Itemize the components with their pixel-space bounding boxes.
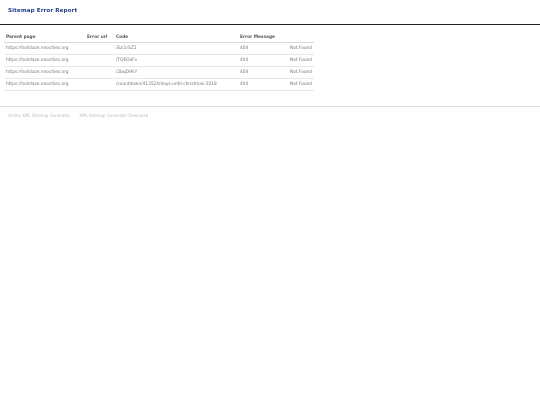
parent-page-link[interactable]: https://holidaze.neocities.org [4,78,85,91]
status-cell: Not Found [283,54,314,67]
table-row: https://holidaze.neocities.org /2bqDHkY … [4,66,314,79]
error-message-cell: 404 [238,42,283,55]
footer-links: Online XML Sitemap Generator XML Sitemap… [8,113,156,118]
error-message-cell: 404 [238,78,283,91]
column-header-code: Code [114,33,238,43]
status-cell: Not Found [283,66,314,79]
code-cell: /Ezi1rSZ1 [114,42,238,55]
table-row: https://holidaze.neocities.org /Ezi1rSZ1… [4,42,314,55]
parent-page-link[interactable]: https://holidaze.neocities.org [4,54,85,67]
code-cell: /TQ6DaFv [114,54,238,67]
error-url-cell [85,54,114,67]
footer-divider [0,106,540,107]
parent-page-link[interactable]: https://holidaze.neocities.org [4,66,85,79]
footer-link-generator-download[interactable]: XML Sitemap Generator Download [79,113,148,118]
error-url-cell [85,78,114,91]
table-row: https://holidaze.neocities.org /TQ6DaFv … [4,54,314,67]
footer-link-online-generator[interactable]: Online XML Sitemap Generator [8,113,70,118]
error-report-table: Parent page Error url Code Error Message… [4,33,314,91]
column-header-status [283,33,314,43]
table-header-row: Parent page Error url Code Error Message [4,33,314,43]
parent-page-link[interactable]: https://holidaze.neocities.org [4,42,85,55]
page-title: Sitemap Error Report [8,8,78,14]
error-url-cell [85,42,114,55]
column-header-error-message: Error Message [238,33,283,43]
status-cell: Not Found [283,42,314,55]
column-header-parent-page: Parent page [4,33,85,43]
error-url-cell [85,66,114,79]
table-row: https://holidaze.neocities.org /countdow… [4,78,314,91]
status-cell: Not Found [283,78,314,91]
code-cell: /2bqDHkY [114,66,238,79]
report-header: Sitemap Error Report [0,0,540,25]
error-message-cell: 404 [238,66,283,79]
column-header-error-url: Error url [85,33,114,43]
error-message-cell: 404 [238,54,283,67]
code-cell: /countdown/413524/days-until-christmas-2… [114,78,238,91]
